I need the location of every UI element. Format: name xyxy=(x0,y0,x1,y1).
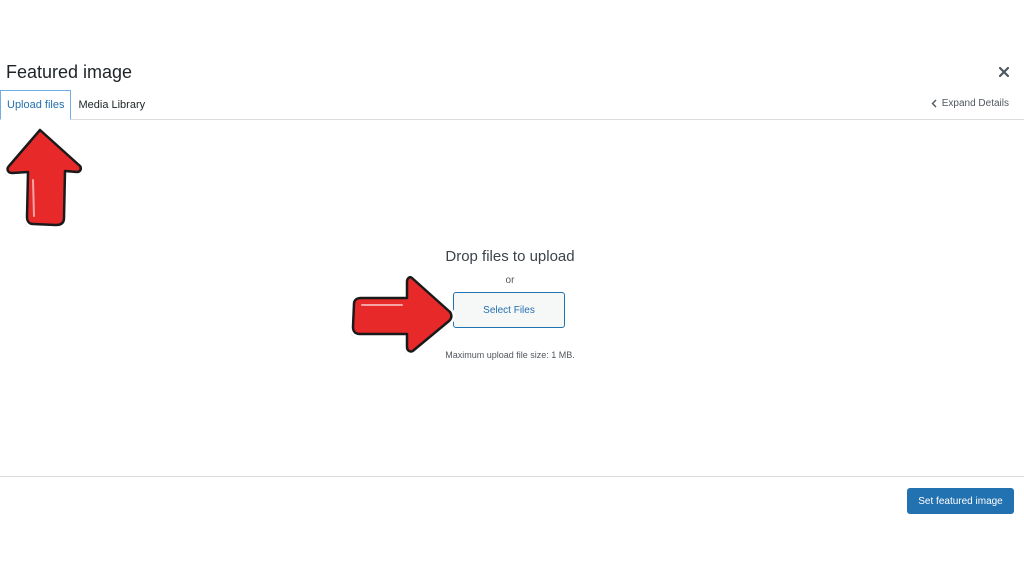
tab-upload-files[interactable]: Upload files xyxy=(0,90,72,120)
header-divider xyxy=(0,119,1024,120)
tab-bar: Upload files Media Library xyxy=(0,90,152,120)
featured-image-modal: Featured image Upload files Media Librar… xyxy=(0,0,1024,576)
arrow-right-icon xyxy=(349,273,456,356)
arrow-up-icon xyxy=(3,126,85,229)
tab-media-library[interactable]: Media Library xyxy=(71,90,152,120)
or-label: or xyxy=(505,275,515,286)
expand-details-label: Expand Details xyxy=(941,98,1009,109)
close-icon xyxy=(998,66,1010,78)
select-files-button[interactable]: Select Files xyxy=(453,292,565,328)
drop-files-heading: Drop files to upload xyxy=(445,248,575,265)
footer-divider xyxy=(0,476,1024,477)
set-featured-image-button[interactable]: Set featured image xyxy=(907,488,1014,514)
modal-title: Featured image xyxy=(6,62,133,82)
chevron-left-icon xyxy=(931,99,937,108)
max-upload-size-text: Maximum upload file size: 1 MB. xyxy=(445,350,575,360)
close-button[interactable] xyxy=(994,62,1014,82)
expand-details-button[interactable]: Expand Details xyxy=(931,98,1009,109)
